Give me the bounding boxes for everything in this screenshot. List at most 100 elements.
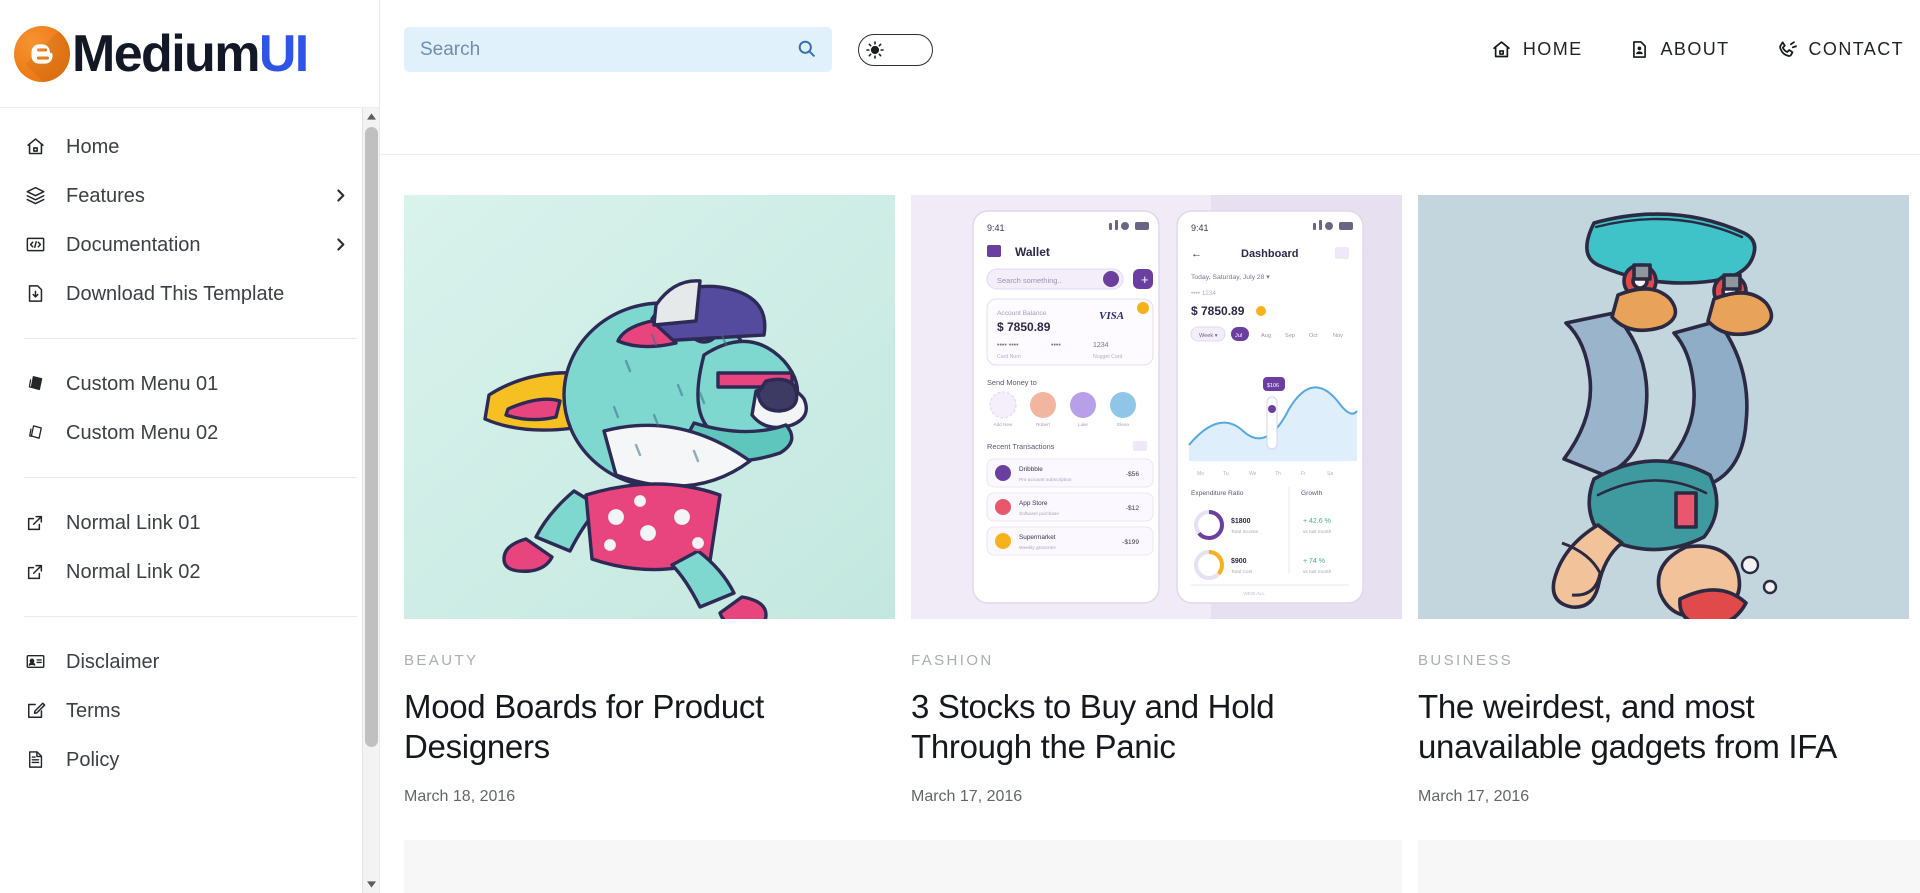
svg-text:Pro account subscription: Pro account subscription (1019, 477, 1072, 483)
top-nav-contact[interactable]: CONTACT (1776, 39, 1904, 61)
svg-text:-$12: -$12 (1126, 505, 1140, 512)
svg-text:+ 74 %: + 74 % (1303, 558, 1325, 565)
svg-text:Search something..: Search something.. (997, 276, 1062, 285)
sidebar-divider (24, 338, 357, 339)
sidebar-item-normal-link-02[interactable]: Normal Link 02 (0, 547, 379, 596)
file-download-icon (24, 283, 46, 305)
search-input[interactable] (404, 27, 832, 72)
svg-text:Add New: Add New (994, 422, 1013, 427)
theme-toggle[interactable] (858, 33, 933, 66)
sidebar-group-main: Home Features Documentation Download Thi… (0, 122, 379, 318)
sidebar-item-policy[interactable]: Policy (0, 735, 379, 784)
brand-name-accent: UI (258, 24, 309, 83)
svg-text:$1800: $1800 (1231, 518, 1251, 525)
sidebar-item-documentation[interactable]: Documentation (0, 220, 379, 269)
book-outline-icon (24, 422, 46, 444)
home-icon (1491, 39, 1512, 60)
article-date: March 17, 2016 (1418, 787, 1530, 805)
article-card[interactable]: 9:41 Wallet Search something.. + Account… (911, 195, 1402, 806)
svg-text:$ 7850.89: $ 7850.89 (997, 320, 1051, 334)
article-category: FASHION (911, 652, 994, 669)
svg-text:Elena: Elena (1117, 422, 1129, 427)
sidebar-item-label: Home (66, 135, 120, 158)
page-root: MediumUI Home Features Documentation Dow… (0, 0, 1920, 893)
svg-text:Robert: Robert (1036, 422, 1051, 427)
sidebar: MediumUI Home Features Documentation Dow… (0, 0, 380, 893)
svg-text:9:41: 9:41 (1191, 223, 1209, 233)
svg-text:Dribbble: Dribbble (1019, 466, 1043, 473)
svg-text:Expenditure Ratio: Expenditure Ratio (1191, 490, 1244, 497)
article-grid: BEAUTY Mood Boards for Product Designers… (380, 155, 1920, 893)
sidebar-item-custom-menu-02[interactable]: Custom Menu 02 (0, 408, 379, 457)
svg-text:Oct: Oct (1309, 333, 1318, 339)
svg-text:-$56: -$56 (1126, 471, 1140, 478)
article-title[interactable]: 3 Stocks to Buy and Hold Through the Pan… (911, 687, 1402, 768)
search-box (404, 27, 832, 72)
sidebar-item-label: Policy (66, 748, 120, 771)
sidebar-scroll-region: Home Features Documentation Download Thi… (0, 108, 379, 893)
svg-text:$106: $106 (1267, 383, 1279, 389)
svg-text:Fr: Fr (1301, 471, 1306, 477)
svg-text:VIEW ALL: VIEW ALL (1243, 591, 1265, 597)
top-nav-about[interactable]: ABOUT (1629, 39, 1730, 60)
brand-logo-area[interactable]: MediumUI (0, 0, 379, 108)
svg-text:We: We (1249, 471, 1257, 477)
sidebar-scrollbar[interactable] (362, 108, 379, 893)
sidebar-divider (24, 616, 357, 617)
top-bar: HOME ABOUT (380, 0, 1920, 155)
sidebar-group-links: Normal Link 01 Normal Link 02 (0, 498, 379, 596)
article-category: BEAUTY (404, 652, 479, 669)
surfing-bear-illustration[interactable] (404, 195, 895, 619)
article-card-placeholder[interactable] (404, 839, 1402, 893)
article-date: March 18, 2016 (404, 787, 516, 805)
chevron-right-icon[interactable] (332, 236, 349, 253)
article-card[interactable]: BUSINESS The weirdest, and most unavaila… (1418, 195, 1909, 806)
article-title[interactable]: The weirdest, and most unavailable gadge… (1418, 687, 1909, 768)
external-link-icon (24, 512, 46, 534)
article-title[interactable]: Mood Boards for Product Designers (404, 687, 895, 768)
sidebar-item-label: Disclaimer (66, 650, 160, 673)
sidebar-item-normal-link-01[interactable]: Normal Link 01 (0, 498, 379, 547)
scroll-up-arrow[interactable] (362, 108, 379, 125)
skateboarder-handstand-illustration[interactable] (1418, 195, 1909, 619)
chevron-right-icon[interactable] (332, 187, 349, 204)
sidebar-item-download-template[interactable]: Download This Template (0, 269, 379, 318)
svg-text:Sa: Sa (1327, 471, 1333, 477)
svg-text:Th: Th (1275, 471, 1281, 477)
svg-text:Jul: Jul (1235, 333, 1242, 339)
id-card-icon (24, 651, 46, 673)
article-card-placeholder[interactable] (1418, 839, 1920, 893)
search-icon (796, 38, 817, 62)
sidebar-item-custom-menu-01[interactable]: Custom Menu 01 (0, 359, 379, 408)
scrollbar-thumb[interactable] (364, 127, 378, 747)
sidebar-item-label: Features (66, 184, 145, 207)
svg-text:Send Money to: Send Money to (987, 378, 1037, 387)
search-button[interactable] (790, 27, 822, 72)
svg-text:Luke: Luke (1078, 422, 1088, 427)
article-row-2 (380, 806, 1920, 893)
sidebar-item-features[interactable]: Features (0, 171, 379, 220)
article-date: March 17, 2016 (911, 787, 1023, 805)
top-nav-home[interactable]: HOME (1491, 39, 1583, 60)
svg-text:$900: $900 (1231, 558, 1247, 565)
main-content: HOME ABOUT (380, 0, 1920, 893)
sidebar-item-home[interactable]: Home (0, 122, 379, 171)
sidebar-item-terms[interactable]: Terms (0, 686, 379, 735)
book-filled-icon (24, 373, 46, 395)
brand-title: MediumUI (72, 24, 309, 83)
svg-text:Weekly groceries: Weekly groceries (1019, 545, 1056, 551)
top-nav: HOME ABOUT CONTACT (1491, 39, 1920, 61)
external-link-icon (24, 561, 46, 583)
home-icon (24, 136, 46, 158)
wallet-dashboard-mobile-app-mockup[interactable]: 9:41 Wallet Search something.. + Account… (911, 195, 1402, 619)
scroll-down-arrow[interactable] (362, 876, 379, 893)
sidebar-item-disclaimer[interactable]: Disclaimer (0, 637, 379, 686)
sidebar-divider (24, 477, 357, 478)
document-icon (24, 749, 46, 771)
article-card[interactable]: BEAUTY Mood Boards for Product Designers… (404, 195, 895, 806)
edit-square-icon (24, 700, 46, 722)
svg-text:Wallet: Wallet (1015, 245, 1050, 259)
svg-text:Week ▾: Week ▾ (1199, 333, 1218, 339)
svg-text:Growth: Growth (1301, 490, 1323, 497)
svg-text:1234: 1234 (1093, 342, 1109, 349)
